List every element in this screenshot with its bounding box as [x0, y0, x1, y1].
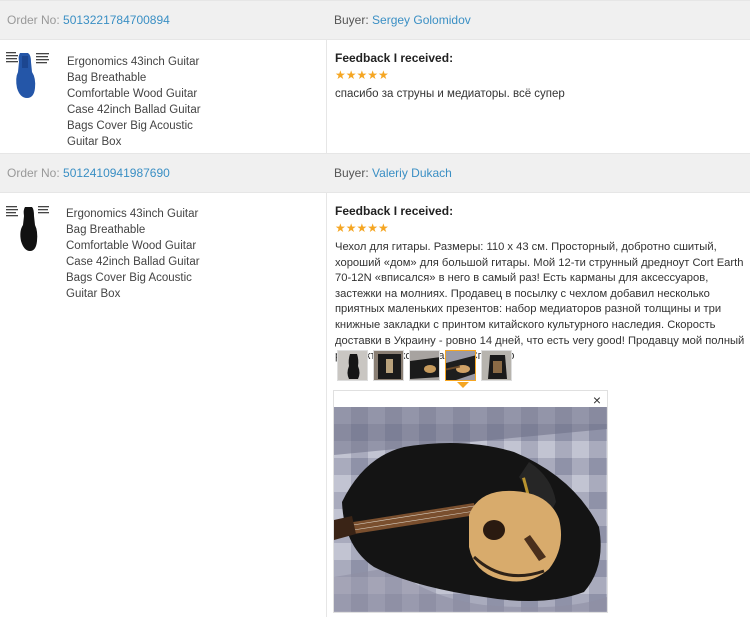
feedback-text: Чехол для гитары. Размеры: 110 x 43 см. …: [335, 241, 745, 362]
product-thumbnail[interactable]: [6, 203, 50, 253]
column-divider: [326, 193, 327, 617]
review-photo-strip: [337, 350, 512, 381]
buyer-name-link[interactable]: Sergey Golomidov: [372, 13, 471, 27]
order-number-link[interactable]: 5013221784700894: [63, 13, 170, 27]
order-number-link[interactable]: 5012410941987690: [63, 166, 170, 180]
order-header-1: Order No: 5013221784700894 Buyer: Sergey…: [0, 0, 750, 40]
feedback-text: спасибо за струны и медиаторы. всё супер: [335, 88, 565, 100]
feedback-title: Feedback I received:: [335, 51, 454, 65]
order-header-2: Order No: 5012410941987690 Buyer: Valeri…: [0, 153, 750, 193]
enlarged-review-photo: [334, 407, 607, 612]
feedback-block: Feedback I received: ★★★★★ Чехол для гит…: [335, 204, 745, 365]
order-number-row: Order No: 5012410941987690: [7, 166, 170, 180]
buyer-label: Buyer:: [334, 13, 369, 27]
review-photo-thumb-selected[interactable]: [445, 350, 476, 381]
star-rating: ★★★★★: [335, 68, 389, 82]
photo-viewer: ×: [333, 390, 608, 613]
review-photo-thumb[interactable]: [337, 350, 368, 381]
review-photo-thumb[interactable]: [373, 350, 404, 381]
feedback-block: Feedback I received: ★★★★★ спасибо за ст…: [335, 51, 745, 103]
review-photo-thumb[interactable]: [481, 350, 512, 381]
buyer-name-link[interactable]: Valeriy Dukach: [372, 166, 452, 180]
product-name-link[interactable]: Ergonomics 43inch Guitar Bag Breathable …: [66, 206, 206, 302]
star-rating: ★★★★★: [335, 221, 389, 235]
feedback-title: Feedback I received:: [335, 204, 454, 218]
buyer-row: Buyer: Sergey Golomidov: [334, 13, 471, 27]
selected-photo-caret: [457, 382, 469, 388]
buyer-row: Buyer: Valeriy Dukach: [334, 166, 452, 180]
product-thumbnail[interactable]: [6, 50, 50, 100]
review-photo-thumb[interactable]: [409, 350, 440, 381]
close-icon[interactable]: ×: [593, 392, 601, 408]
column-divider: [326, 40, 327, 153]
order-label: Order No:: [7, 13, 60, 27]
order-label: Order No:: [7, 166, 60, 180]
order-number-row: Order No: 5013221784700894: [7, 13, 170, 27]
product-name-link[interactable]: Ergonomics 43inch Guitar Bag Breathable …: [67, 54, 207, 150]
buyer-label: Buyer:: [334, 166, 369, 180]
